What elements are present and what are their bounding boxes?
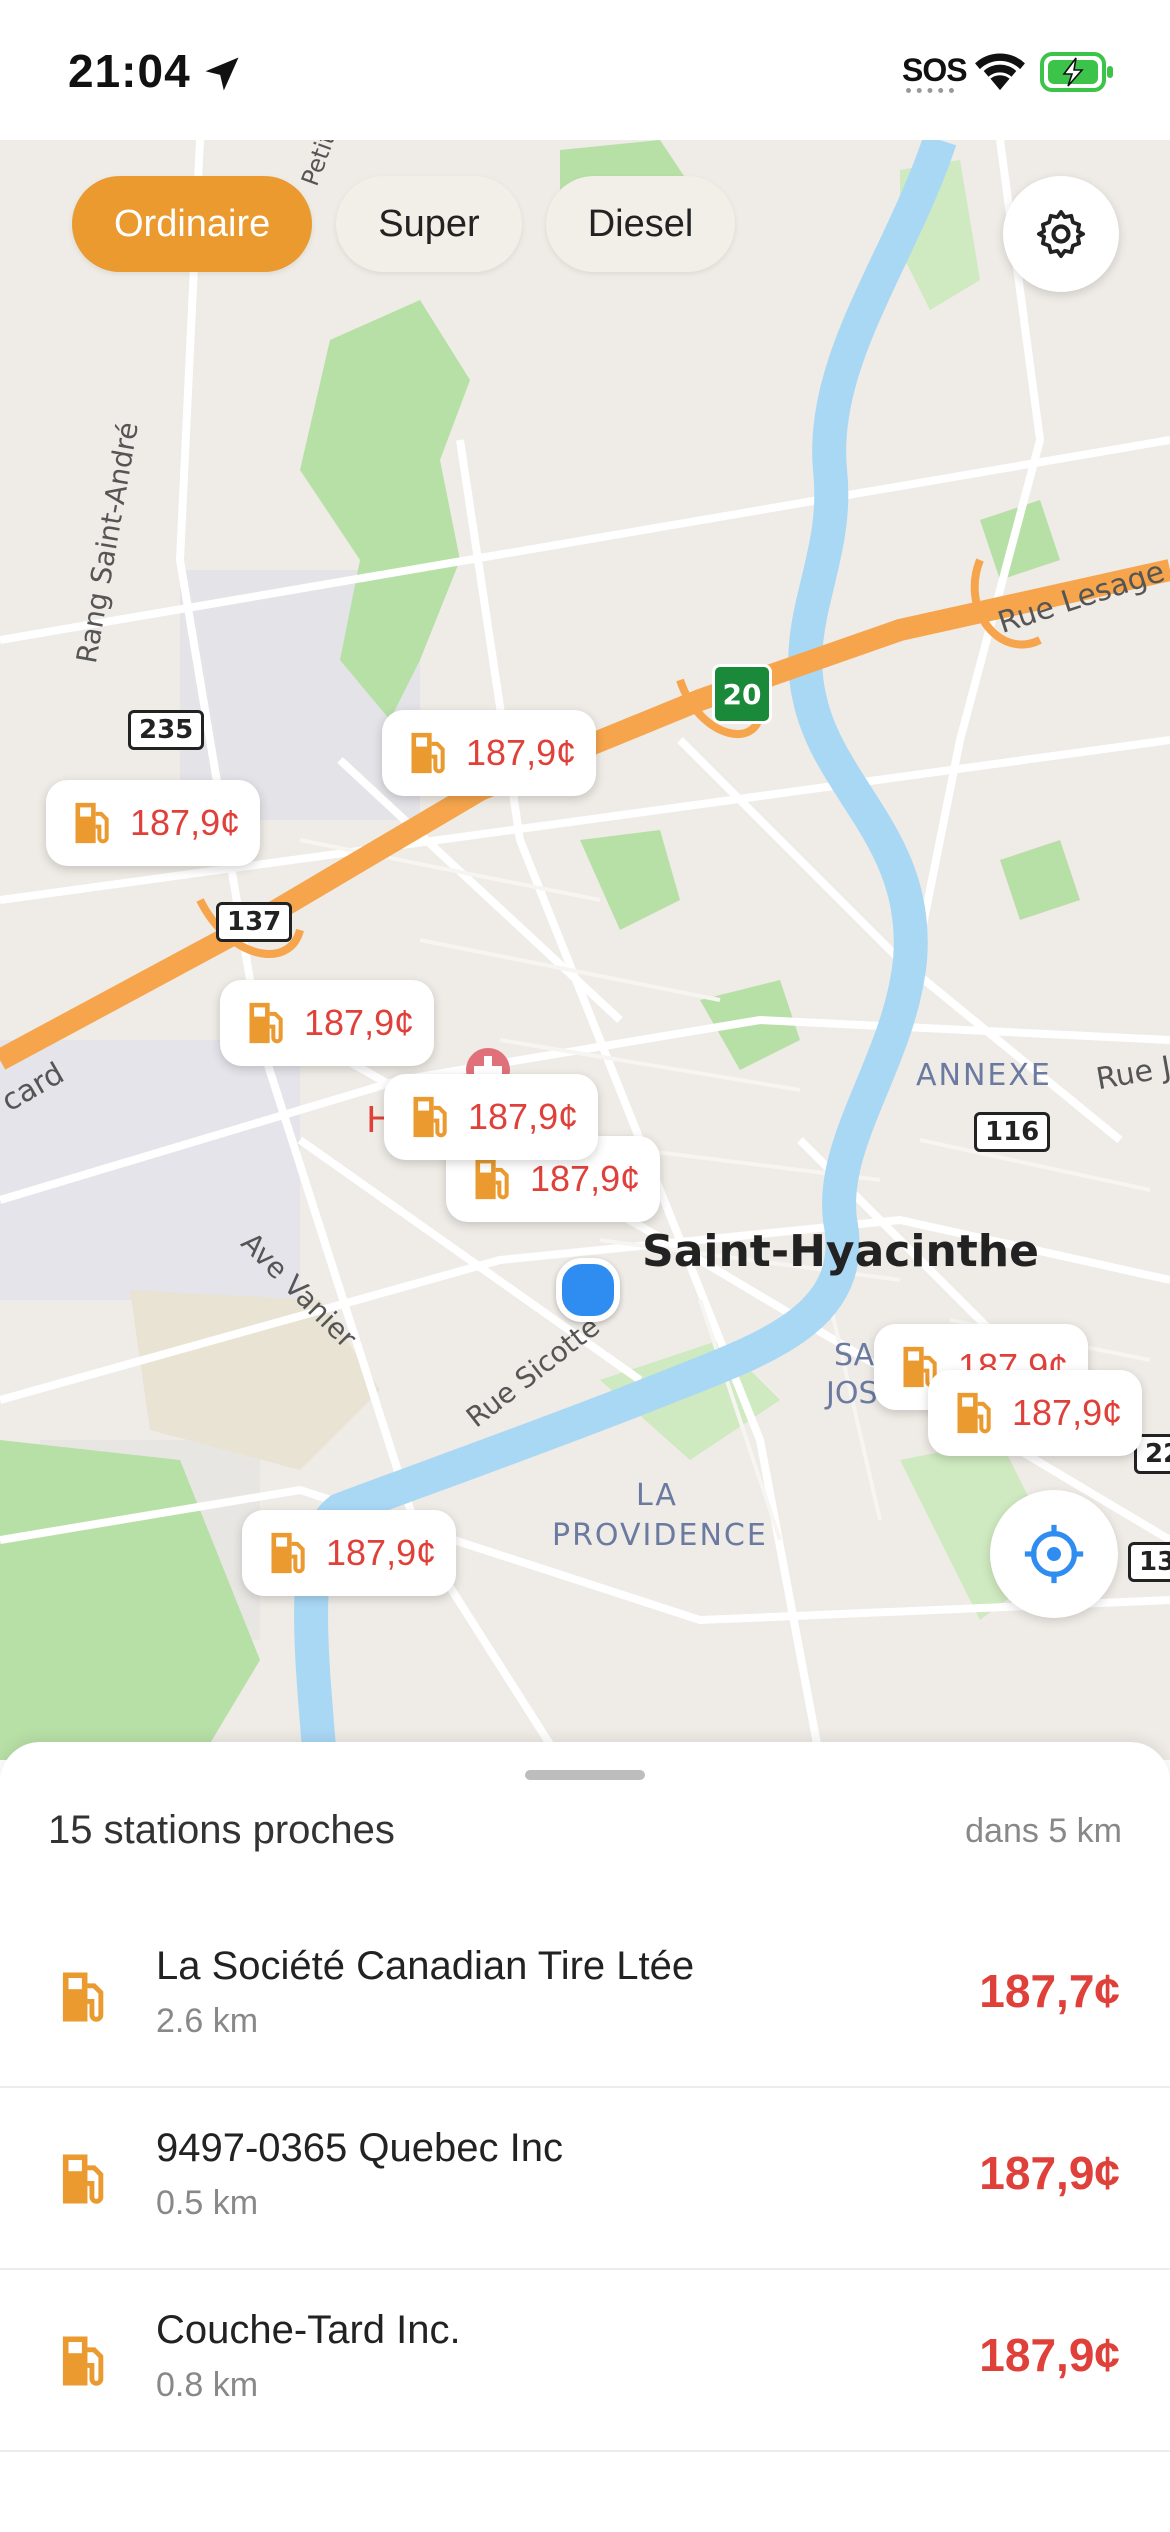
map-label-jos: JOS [826,1376,878,1411]
fuel-pump-icon [271,1532,305,1574]
location-arrow-icon [205,57,239,91]
gear-icon [1036,209,1086,259]
fuel-pump-icon [475,1158,509,1200]
sheet-drag-handle[interactable] [525,1770,645,1780]
marker-price: 187,9¢ [530,1158,641,1199]
fuel-type-filter: Ordinaire Super Diesel [72,176,736,272]
station-list-item[interactable]: La Société Canadian Tire Ltée 2.6 km 187… [0,1906,1170,2088]
station-marker[interactable]: 187,9¢ [220,980,435,1066]
station-marker[interactable]: 187,9¢ [928,1370,1143,1456]
station-list: La Société Canadian Tire Ltée 2.6 km 187… [0,1906,1170,2452]
marker-price: 187,9¢ [466,732,577,773]
route-13-shield: 13 [1128,1542,1170,1582]
station-list-item[interactable]: 9497-0365 Quebec Inc 0.5 km 187,9¢ [0,2088,1170,2270]
marker-price: 187,9¢ [326,1532,437,1573]
map-base [0,140,1170,1760]
station-distance: 0.8 km [156,2366,259,2404]
marker-price: 187,9¢ [130,802,241,843]
sos-dots [906,88,954,99]
fuel-pump-icon [249,1002,283,1044]
wifi-icon [975,53,1025,91]
station-list-item[interactable]: Couche-Tard Inc. 0.8 km 187,9¢ [0,2270,1170,2452]
route-116-shield: 116 [974,1112,1051,1152]
stations-count-title: 15 stations proches [48,1808,395,1852]
route-235-shield: 235 [128,710,205,750]
fuel-pump-icon [957,1392,991,1434]
fuel-pump-icon [413,1096,447,1138]
station-name: 9497-0365 Quebec Inc [156,2126,563,2170]
station-marker[interactable]: 187,9¢ [382,710,597,796]
user-location-dot [556,1258,620,1322]
fuel-pump-icon [62,1972,104,2022]
marker-price: 187,9¢ [304,1002,415,1043]
city-label: Saint-Hyacinthe [642,1226,1039,1277]
filter-chip-super[interactable]: Super [336,176,522,272]
search-radius-label: dans 5 km [965,1812,1122,1850]
map-label-la: LA [636,1478,678,1513]
station-distance: 0.5 km [156,2184,259,2222]
map-label-sa: SA [834,1338,875,1373]
fuel-pump-icon [62,2154,104,2204]
sos-indicator: SOS [902,52,968,88]
station-price: 187,9¢ [979,2147,1120,2199]
map-view[interactable]: Rang Saint-André Rue Lesage ANNEXE Rue J… [0,140,1170,1760]
filter-chip-diesel[interactable]: Diesel [545,176,736,272]
autoroute-20-shield: 20 [712,664,772,724]
stations-bottom-sheet[interactable]: 15 stations proches dans 5 km La Société… [0,1742,1170,2532]
filter-chip-ordinaire[interactable]: Ordinaire [72,176,313,272]
station-name: La Société Canadian Tire Ltée [156,1944,695,1988]
station-price: 187,7¢ [979,1965,1120,2017]
station-name: Couche-Tard Inc. [156,2308,461,2352]
map-label-annexe: ANNEXE [916,1058,1052,1093]
battery-icon [1040,52,1113,92]
station-price: 187,9¢ [979,2329,1120,2381]
settings-button[interactable] [1003,176,1119,292]
marker-price: 187,9¢ [468,1096,579,1137]
status-bar: 21:04 SOS [0,0,1170,140]
recenter-location-button[interactable] [990,1490,1118,1618]
fuel-pump-icon [411,732,445,774]
station-marker[interactable]: 187,9¢ [46,780,261,866]
route-137-shield: 137 [216,902,293,942]
crosshair-icon [1024,1524,1084,1584]
station-marker[interactable]: 187,9¢ [242,1510,457,1596]
station-distance: 2.6 km [156,2002,259,2040]
fuel-pump-icon [75,802,109,844]
marker-price: 187,9¢ [1012,1392,1123,1433]
map-label-providence: PROVIDENCE [552,1518,768,1553]
station-marker[interactable]: 187,9¢ [384,1074,599,1160]
fuel-pump-icon [62,2336,104,2386]
status-time: 21:04 [68,45,191,97]
